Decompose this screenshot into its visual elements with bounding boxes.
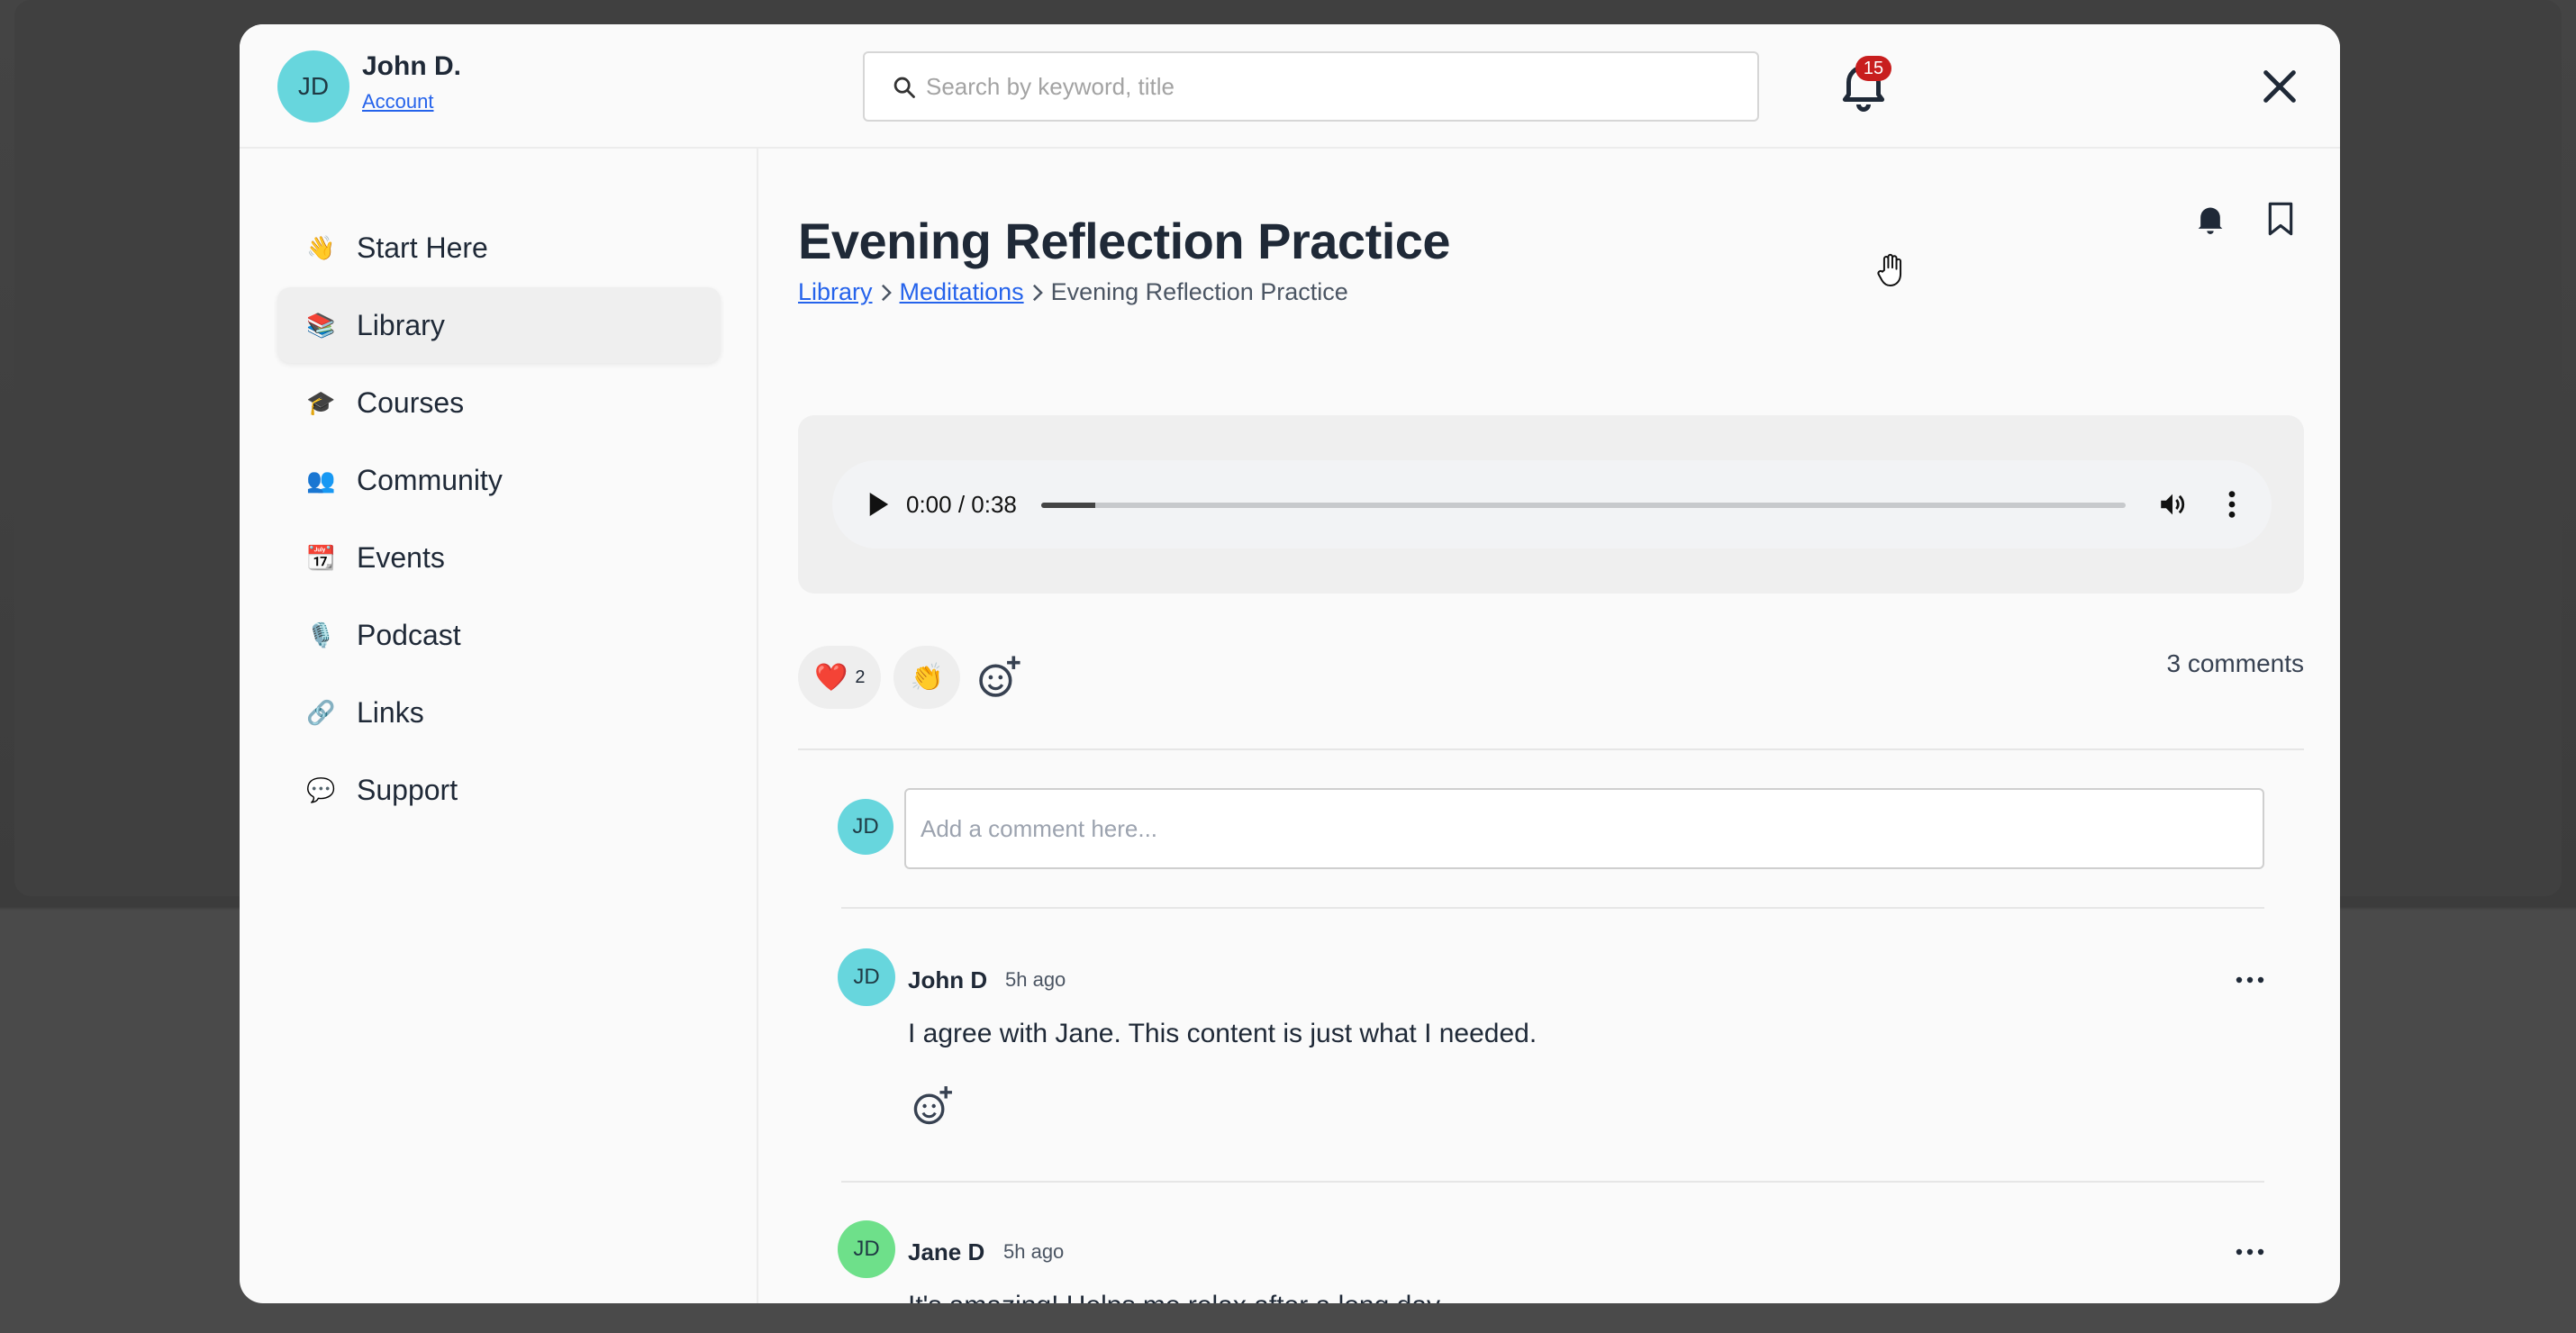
close-icon[interactable]: [2259, 66, 2300, 107]
breadcrumb: Library Meditations Evening Reflection P…: [798, 278, 1348, 306]
comment-input[interactable]: [906, 790, 2263, 867]
audio-progress-fill: [1041, 503, 1096, 508]
comment-count: 3 comments: [2166, 649, 2305, 677]
comment-author[interactable]: John D: [908, 966, 987, 994]
chevron-right-icon: [881, 284, 892, 301]
sidebar-item-community[interactable]: 👥 Community: [277, 442, 721, 518]
speech-bubble-icon: 💬: [306, 775, 336, 803]
sidebar-item-library[interactable]: 📚 Library: [277, 287, 721, 363]
page-title: Evening Reflection Practice: [798, 213, 1451, 269]
heart-reaction-button[interactable]: ❤️ 2: [798, 646, 882, 709]
clap-reaction-button[interactable]: 👏: [893, 646, 960, 709]
sidebar-item-label: Start Here: [357, 231, 488, 264]
sidebar-item-label: Community: [357, 463, 503, 496]
account-link[interactable]: Account: [362, 90, 434, 113]
sidebar-item-label: Courses: [357, 385, 465, 419]
sidebar-item-podcast[interactable]: 🎙️ Podcast: [277, 597, 721, 673]
link-icon: 🔗: [306, 698, 336, 726]
wave-icon: 👋: [306, 233, 336, 261]
comment-author[interactable]: Jane D: [908, 1238, 984, 1266]
books-icon: 📚: [306, 311, 336, 339]
subscribe-bell-icon[interactable]: [2192, 201, 2228, 237]
chevron-right-icon: [1032, 284, 1043, 301]
calendar-icon: 📆: [306, 543, 336, 571]
play-icon[interactable]: [866, 491, 890, 518]
sidebar-item-start-here[interactable]: 👋 Start Here: [277, 210, 721, 286]
clapping-hands-icon: 👏: [910, 662, 944, 693]
user-name: John D.: [362, 51, 461, 81]
search-box[interactable]: [863, 51, 1759, 122]
main-content: Evening Reflection Practice Library Medi…: [760, 149, 2340, 1303]
grab-cursor-icon: [1877, 253, 1902, 286]
comment-time: 5h ago: [1003, 1240, 1065, 1263]
sidebar-item-events[interactable]: 📆 Events: [277, 520, 721, 595]
breadcrumb-meditations-link[interactable]: Meditations: [900, 278, 1024, 306]
sidebar-item-courses[interactable]: 🎓 Courses: [277, 365, 721, 440]
sidebar-item-label: Podcast: [357, 618, 461, 651]
search-input[interactable]: [926, 53, 1737, 120]
comments-divider: [841, 1181, 2264, 1183]
audio-card: 0:00 / 0:38: [798, 415, 2304, 594]
audio-player: 0:00 / 0:38: [832, 460, 2272, 549]
sidebar-item-label: Support: [357, 773, 458, 806]
comment-text: I agree with Jane. This content is just …: [908, 1019, 1537, 1048]
sidebar-item-label: Events: [357, 540, 445, 574]
comment-text: It's amazing! Helps me relax after a lon…: [908, 1291, 1446, 1303]
sidebar-item-label: Library: [357, 308, 445, 341]
comment-time: 5h ago: [1005, 968, 1066, 991]
content-modal: JD John D. Account 15 👋 Start Here 📚 Libra…: [240, 24, 2340, 1303]
comments-divider: [841, 907, 2264, 909]
search-icon: [893, 77, 915, 98]
add-reaction-icon[interactable]: [973, 651, 1025, 703]
audio-progress-bar[interactable]: [1041, 503, 2126, 508]
people-icon: 👥: [306, 466, 336, 494]
more-options-vertical-icon[interactable]: [2227, 489, 2237, 520]
reactions-row: ❤️ 2 👏: [798, 646, 1025, 709]
sidebar-item-label: Links: [357, 695, 424, 729]
more-options-icon[interactable]: [2234, 975, 2266, 984]
breadcrumb-current: Evening Reflection Practice: [1050, 278, 1348, 305]
microphone-icon: 🎙️: [306, 621, 336, 648]
graduation-cap-icon: 🎓: [306, 388, 336, 416]
comment-avatar[interactable]: JD: [838, 948, 895, 1006]
bookmark-icon[interactable]: [2264, 201, 2297, 237]
comment-avatar[interactable]: JD: [838, 1220, 895, 1278]
reaction-count: 2: [855, 666, 866, 687]
composer-avatar: JD: [838, 799, 893, 855]
user-avatar[interactable]: JD: [277, 50, 349, 122]
breadcrumb-library-link[interactable]: Library: [798, 278, 873, 306]
more-options-icon[interactable]: [2234, 1247, 2266, 1256]
sidebar-nav: 👋 Start Here 📚 Library 🎓 Courses 👥 Community…: [240, 149, 758, 1303]
add-reaction-icon[interactable]: [908, 1082, 957, 1130]
divider: [798, 748, 2304, 750]
volume-icon[interactable]: [2156, 489, 2189, 520]
modal-header: JD John D. Account 15: [240, 24, 2340, 149]
comment-composer[interactable]: [904, 788, 2264, 869]
sidebar-item-links[interactable]: 🔗 Links: [277, 675, 721, 750]
heart-icon: ❤️: [814, 662, 848, 693]
sidebar-item-support[interactable]: 💬 Support: [277, 752, 721, 828]
audio-time: 0:00 / 0:38: [906, 491, 1017, 518]
notification-count-badge: 15: [1855, 56, 1891, 81]
